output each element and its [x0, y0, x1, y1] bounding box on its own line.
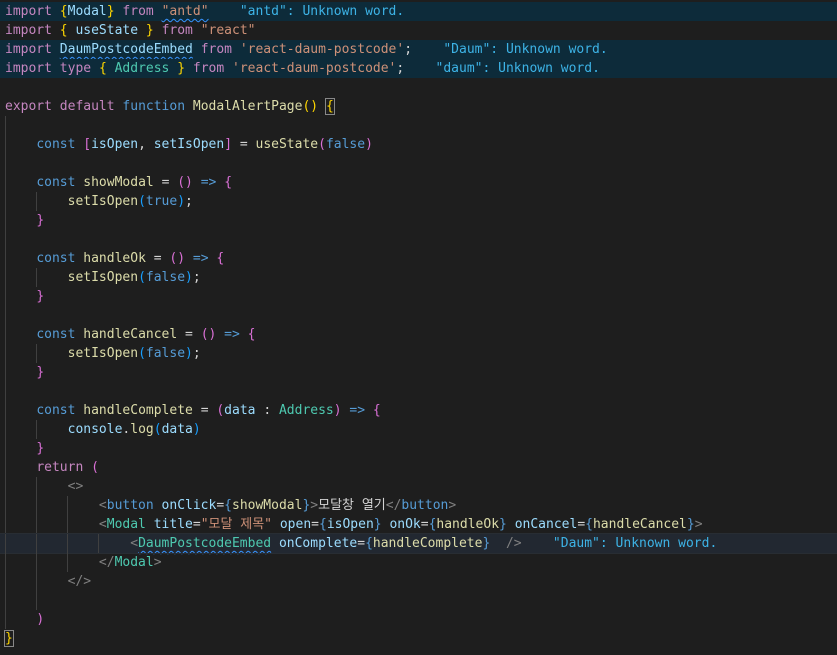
code-line-13[interactable] — [0, 230, 837, 249]
indent-guide — [5, 268, 6, 287]
indent-guide — [5, 572, 6, 591]
diagnostic-daum-2: "daum": Unknown word. — [435, 61, 600, 76]
indent-guide — [36, 572, 37, 591]
code-line-23[interactable]: console.log(data) — [0, 420, 837, 439]
indent-guide — [67, 496, 68, 515]
indent-guide — [36, 192, 37, 211]
indent-guide — [5, 306, 6, 325]
diagnostic-daum-3: "Daum": Unknown word. — [552, 536, 718, 551]
indent-guide — [5, 591, 6, 610]
code-line-5[interactable] — [0, 78, 837, 97]
code-line-8[interactable]: const [isOpen, setIsOpen] = useState(fal… — [0, 135, 837, 154]
diagnostic-antd: "antd": Unknown word. — [239, 4, 405, 19]
editor-bottom-edge — [0, 649, 837, 655]
code-line-16[interactable]: } — [0, 287, 837, 306]
code-line-17[interactable] — [0, 306, 837, 325]
indent-guide — [5, 382, 6, 401]
code-line-24[interactable]: } — [0, 439, 837, 458]
indent-guide — [5, 249, 6, 268]
code-line-20[interactable]: } — [0, 363, 837, 382]
diagnostic-daum-1: "Daum": Unknown word. — [443, 42, 608, 57]
code-editor[interactable]: import {Modal} from "antd" "antd": Unkno… — [0, 0, 837, 655]
indent-guide — [5, 211, 6, 230]
code-line-18[interactable]: const handleCancel = () => { — [0, 325, 837, 344]
indent-guide — [5, 363, 6, 382]
indent-guide — [36, 496, 37, 515]
code-line-28[interactable]: <Modal title="모달 제목" open={isOpen} onOk=… — [0, 515, 837, 534]
indent-guide — [5, 325, 6, 344]
bracket-match-open: { — [324, 98, 335, 115]
indent-guide — [5, 458, 6, 477]
indent-guide — [5, 192, 6, 211]
indent-guide — [67, 553, 68, 572]
indent-guide — [5, 116, 6, 135]
indent-guide — [98, 534, 99, 553]
code-line-22[interactable]: const handleComplete = (data : Address) … — [0, 401, 837, 420]
indent-guide — [5, 420, 6, 439]
code-line-7[interactable] — [0, 116, 837, 135]
code-line-21[interactable] — [0, 382, 837, 401]
function-name: ModalAlertPage — [192, 99, 303, 114]
indent-guide — [5, 173, 6, 192]
indent-guide — [36, 553, 37, 572]
indent-guide — [5, 287, 6, 306]
code-line-34[interactable]: } — [0, 629, 837, 648]
code-line-19[interactable]: setIsOpen(false); — [0, 344, 837, 363]
code-line-25[interactable]: return ( — [0, 458, 837, 477]
button-text-korean: 모달창 열기 — [318, 498, 386, 513]
code-line-29[interactable]: <DaumPostcodeEmbed onComplete={handleCom… — [0, 533, 837, 554]
code-line-11[interactable]: setIsOpen(true); — [0, 192, 837, 211]
indent-guide — [5, 553, 6, 572]
indent-guide — [5, 230, 6, 249]
code-line-27[interactable]: <button onClick={showModal}>모달창 열기</butt… — [0, 496, 837, 515]
import-source-antd: "antd" — [161, 4, 209, 19]
bracket-match-close: } — [4, 630, 14, 647]
code-line-15[interactable]: setIsOpen(false); — [0, 268, 837, 287]
indent-guide — [36, 420, 37, 439]
indent-guide — [5, 439, 6, 458]
indent-guide — [36, 515, 37, 534]
code-line-30[interactable]: </Modal> — [0, 553, 837, 572]
indent-guide — [5, 496, 6, 515]
indent-guide — [36, 344, 37, 363]
code-line-1[interactable]: import {Modal} from "antd" "antd": Unkno… — [0, 2, 837, 21]
indent-guide — [5, 477, 6, 496]
code-line-33[interactable]: ) — [0, 610, 837, 629]
indent-guide — [36, 534, 37, 553]
indent-guide — [5, 610, 6, 629]
code-line-6[interactable]: export default function ModalAlertPage()… — [0, 97, 837, 116]
indent-guide — [36, 268, 37, 287]
code-line-31[interactable]: </> — [0, 572, 837, 591]
indent-guide — [36, 477, 37, 496]
indent-guide — [5, 534, 6, 553]
indent-guide — [5, 515, 6, 534]
indent-guide — [67, 515, 68, 534]
indent-guide — [67, 534, 68, 553]
code-line-32[interactable] — [0, 591, 837, 610]
indent-guide — [5, 154, 6, 173]
code-line-3[interactable]: import DaumPostcodeEmbed from 'react-dau… — [0, 40, 837, 59]
indent-guide — [5, 135, 6, 154]
code-line-12[interactable]: } — [0, 211, 837, 230]
code-line-14[interactable]: const handleOk = () => { — [0, 249, 837, 268]
code-line-2[interactable]: import { useState } from "react" — [0, 21, 837, 40]
indent-guide — [5, 344, 6, 363]
indent-guide — [5, 401, 6, 420]
code-line-4[interactable]: import type { Address } from 'react-daum… — [0, 59, 837, 78]
code-line-10[interactable]: const showModal = () => { — [0, 173, 837, 192]
code-line-26[interactable]: <> — [0, 477, 837, 496]
code-line-9[interactable] — [0, 154, 837, 173]
indent-guide — [36, 591, 37, 610]
